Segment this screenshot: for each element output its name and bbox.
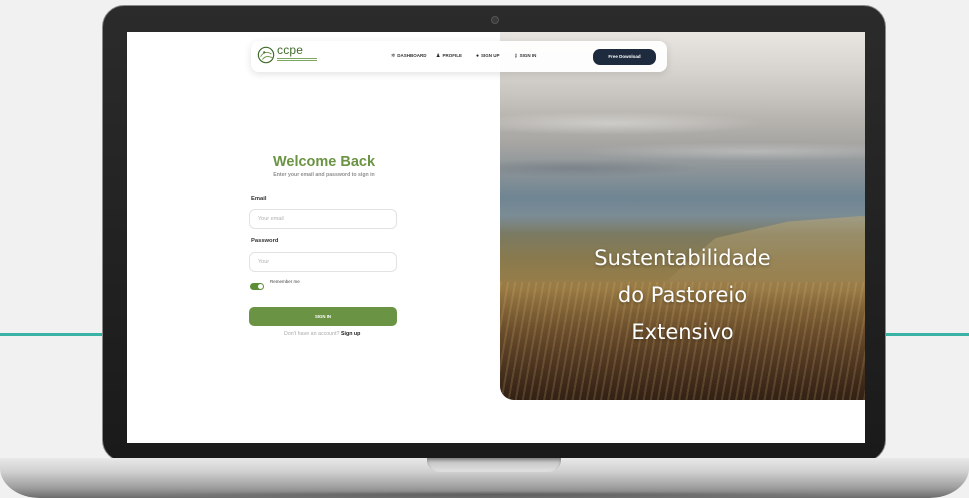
nav-profile[interactable]: ♟ PROFILE bbox=[436, 53, 462, 59]
sign-in-button[interactable]: SIGN IN bbox=[249, 307, 397, 326]
decorative-line-right bbox=[885, 333, 969, 336]
key-icon: ⚷ bbox=[514, 53, 518, 59]
nav-profile-label: PROFILE bbox=[442, 53, 462, 58]
top-navbar: ccpe ✲ DASHBOARD ♟ PROFILE ● SIGN UP ⚷ SIGN … bbox=[251, 41, 667, 72]
sign-up-prompt: Don't have an account? Sign up bbox=[284, 331, 360, 337]
email-field[interactable] bbox=[249, 209, 397, 229]
password-label: Password bbox=[251, 238, 279, 244]
hero-image: Sustentabilidade do Pastoreio Extensivo bbox=[500, 32, 865, 400]
nav-dashboard[interactable]: ✲ DASHBOARD bbox=[391, 53, 426, 59]
laptop-screen: Sustentabilidade do Pastoreio Extensivo … bbox=[127, 32, 865, 443]
form-subtitle: Enter your email and password to sign in bbox=[273, 172, 375, 178]
sign-up-link[interactable]: Sign up bbox=[341, 331, 360, 337]
decorative-line-left bbox=[0, 333, 118, 336]
user-icon: ♟ bbox=[436, 53, 441, 59]
rocket-icon: ✲ bbox=[391, 53, 396, 59]
nav-dashboard-label: DASHBOARD bbox=[397, 53, 427, 58]
logo-text: ccpe bbox=[277, 43, 304, 57]
nav-sign-in[interactable]: ⚷ SIGN IN bbox=[514, 53, 536, 59]
ccpe-logo[interactable]: ccpe bbox=[257, 43, 317, 70]
logo-globe-icon bbox=[257, 46, 275, 64]
toggle-knob bbox=[258, 284, 263, 289]
sign-up-prompt-text: Don't have an account? bbox=[284, 331, 340, 337]
free-download-button[interactable]: Free Download bbox=[593, 49, 656, 65]
laptop-shadow bbox=[140, 491, 840, 498]
logo-tagline bbox=[277, 58, 317, 64]
remember-me-label: Remember me bbox=[270, 279, 300, 284]
email-label: Email bbox=[251, 196, 267, 202]
laptop-notch bbox=[427, 458, 561, 472]
hero-title-line-2: do Pastoreio bbox=[617, 283, 748, 307]
nav-sign-up-label: SIGN UP bbox=[481, 53, 500, 58]
nav-sign-in-label: SIGN IN bbox=[519, 53, 537, 58]
hero-title-line-1: Sustentabilidade bbox=[594, 246, 771, 270]
nav-sign-up[interactable]: ● SIGN UP bbox=[476, 53, 500, 59]
form-title: Welcome Back bbox=[272, 154, 376, 170]
remember-me-toggle[interactable] bbox=[250, 283, 264, 290]
password-field[interactable] bbox=[249, 252, 397, 272]
laptop-camera bbox=[492, 17, 498, 23]
hero-title: Sustentabilidade do Pastoreio Extensivo bbox=[500, 240, 865, 351]
hero-title-line-3: Extensivo bbox=[631, 320, 734, 344]
user-circle-icon: ● bbox=[476, 53, 480, 59]
